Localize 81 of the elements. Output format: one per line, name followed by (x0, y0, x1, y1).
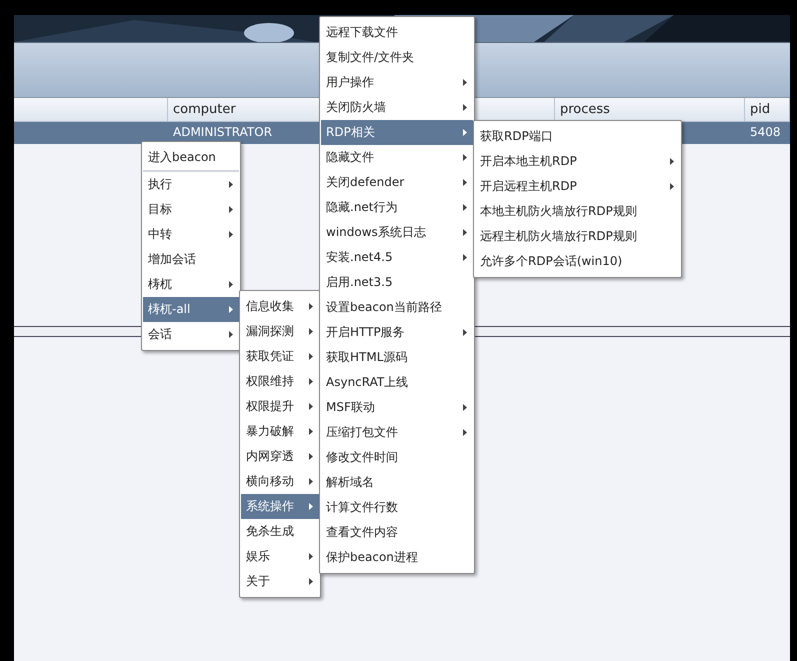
menu-item[interactable]: 本地主机防火墙放行RDP规则 (475, 199, 680, 224)
menu-item[interactable]: 修改文件时间 (321, 445, 473, 470)
menu-item[interactable]: 开启本地主机RDP (475, 149, 680, 174)
menu-item[interactable]: 查看文件内容 (321, 520, 473, 545)
menu-item[interactable]: 梼杌 (143, 272, 239, 297)
submenu-arrow-icon (309, 553, 313, 560)
submenu-arrow-icon (309, 578, 313, 585)
menu-item[interactable]: 关闭防火墙 (321, 95, 473, 120)
submenu-arrow-icon (309, 353, 313, 360)
menu-item[interactable]: windows系统日志 (321, 220, 473, 245)
submenu-arrow-icon (309, 453, 313, 460)
submenu-arrow-icon (309, 378, 313, 385)
menu-item[interactable]: 获取凭证 (241, 344, 319, 369)
menu-item[interactable]: 娱乐 (241, 544, 319, 569)
menu-item[interactable]: AsyncRAT上线 (321, 370, 473, 395)
menu-item[interactable]: 保护beacon进程 (321, 545, 473, 570)
submenu-arrow-icon (463, 254, 467, 261)
submenu-arrow-icon (229, 281, 233, 288)
menu-item[interactable]: 关闭defender (321, 170, 473, 195)
menu-item[interactable]: 隐藏.net行为 (321, 195, 473, 220)
submenu-arrow-icon (309, 328, 313, 335)
menu-item[interactable]: 暴力破解 (241, 419, 319, 444)
menu-item[interactable]: 权限维持 (241, 369, 319, 394)
submenu-arrow-icon (309, 303, 313, 310)
submenu-arrow-icon (463, 329, 467, 336)
menu-item[interactable]: 开启远程主机RDP (475, 174, 680, 199)
menu-item[interactable]: 横向移动 (241, 469, 319, 494)
menu-item[interactable]: RDP相关 (321, 120, 473, 145)
submenu-arrow-icon (463, 104, 467, 111)
menu-item[interactable]: 允许多个RDP会话(win10) (475, 249, 680, 274)
submenu-arrow-icon (309, 478, 313, 485)
menu-item[interactable]: 获取HTML源码 (321, 345, 473, 370)
submenu-arrow-icon (229, 331, 233, 338)
menu-item[interactable]: 增加会话 (143, 247, 239, 272)
menu-item[interactable]: 系统操作 (241, 494, 319, 519)
menu-item[interactable]: 远程主机防火墙放行RDP规则 (475, 224, 680, 249)
menu-item[interactable]: 目标 (143, 197, 239, 222)
menu-item[interactable]: 压缩打包文件 (321, 420, 473, 445)
submenu-arrow-icon (229, 306, 233, 313)
submenu-arrow-icon (463, 229, 467, 236)
menu-item[interactable]: 开启HTTP服务 (321, 320, 473, 345)
menu-item[interactable]: 权限提升 (241, 394, 319, 419)
menu-item[interactable]: 会话 (143, 322, 239, 347)
menu-item[interactable]: 设置beacon当前路径 (321, 295, 473, 320)
menu-item[interactable]: 免杀生成 (241, 519, 319, 544)
menu-item[interactable]: 计算文件行数 (321, 495, 473, 520)
menu-item[interactable]: 复制文件/文件夹 (321, 45, 473, 70)
submenu-arrow-icon (463, 204, 467, 211)
submenu-arrow-icon (309, 428, 313, 435)
table-cell: ADMINISTRATOR (173, 125, 272, 139)
menu-item[interactable]: MSF联动 (321, 395, 473, 420)
submenu-arrow-icon (309, 503, 313, 510)
submenu-arrow-icon (463, 429, 467, 436)
menu-item[interactable]: 启用.net3.5 (321, 270, 473, 295)
menu-item[interactable]: 用户操作 (321, 70, 473, 95)
submenu-arrow-icon (463, 404, 467, 411)
menu-item[interactable]: 关于 (241, 569, 319, 594)
submenu-arrow-icon (229, 231, 233, 238)
submenu-arrow-icon (309, 403, 313, 410)
menu-item[interactable]: 获取RDP端口 (475, 124, 680, 149)
submenu-arrow-icon (229, 206, 233, 213)
menu-item[interactable]: 执行 (143, 172, 239, 197)
column-header[interactable]: pid (745, 98, 790, 121)
menu-item[interactable]: 解析域名 (321, 470, 473, 495)
menu-item[interactable]: 信息收集 (241, 294, 319, 319)
submenu-arrow-icon (463, 179, 467, 186)
submenu-arrow-icon (229, 181, 233, 188)
submenu-arrow-icon (463, 129, 467, 136)
menu-item[interactable]: 安装.net4.5 (321, 245, 473, 270)
table-cell: 5408 (750, 125, 781, 139)
menu-item[interactable]: 梼杌-all (143, 297, 239, 322)
menu-item[interactable]: 中转 (143, 222, 239, 247)
submenu-arrow-icon (670, 183, 674, 190)
submenu-arrow-icon (463, 79, 467, 86)
menu-item[interactable]: 漏洞探测 (241, 319, 319, 344)
menu-item[interactable]: 隐藏文件 (321, 145, 473, 170)
submenu-arrow-icon (670, 158, 674, 165)
menu-item[interactable]: 内网穿透 (241, 444, 319, 469)
menu-item[interactable]: 远程下载文件 (321, 20, 473, 45)
submenu-arrow-icon (463, 154, 467, 161)
menu-item[interactable]: 进入beacon (143, 145, 239, 172)
